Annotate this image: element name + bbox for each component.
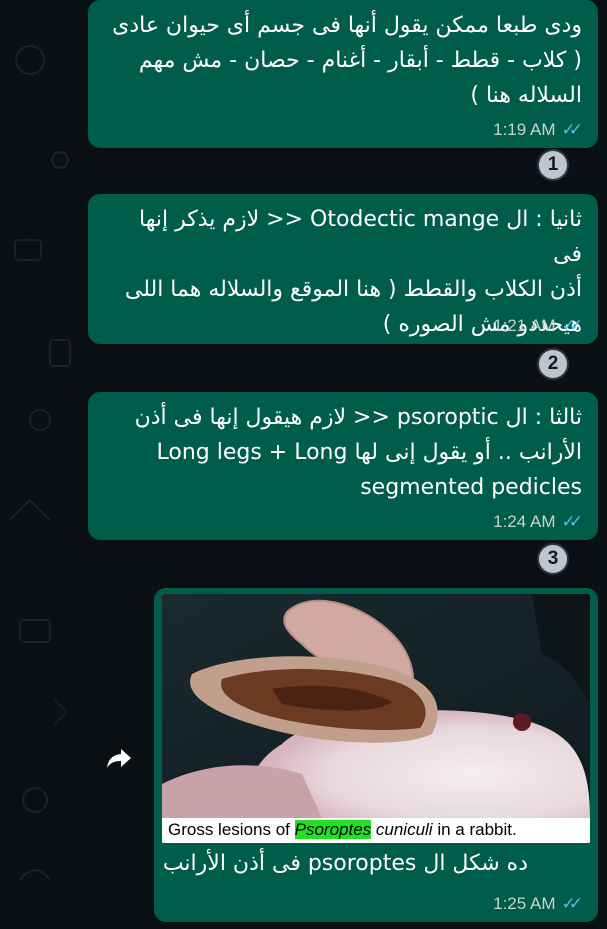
message-meta: 1:19 AM ✓✓ bbox=[493, 120, 583, 140]
timestamp: 1:24 AM bbox=[493, 512, 556, 531]
reaction-badge[interactable]: 3 bbox=[539, 545, 567, 573]
message-bubble-2[interactable]: ثانيا : ال Otodectic mange << لازم يذكر … bbox=[88, 194, 598, 344]
message-text: ثالثا : ال psoroptic << لازم هيقول إنها … bbox=[134, 405, 582, 500]
forward-button[interactable] bbox=[102, 741, 136, 775]
rabbit-ear-lesion-image bbox=[162, 594, 590, 818]
double-check-icon: ✓✓ bbox=[561, 316, 583, 335]
reaction-badge[interactable]: 1 bbox=[539, 151, 567, 179]
timestamp: 1:25 AM bbox=[493, 894, 556, 913]
message-meta: 1:21 AM ✓✓ bbox=[493, 316, 583, 336]
message-text: ودى طبعا ممكن يقول أنها فى جسم أى حيوان … bbox=[112, 13, 582, 108]
image-caption: Gross lesions of Psoroptes cuniculi in a… bbox=[162, 818, 590, 843]
double-check-icon: ✓✓ bbox=[561, 512, 583, 531]
timestamp: 1:21 AM bbox=[493, 316, 556, 335]
message-meta: 1:24 AM ✓✓ bbox=[493, 512, 583, 532]
message-meta: 1:25 AM ✓✓ bbox=[493, 894, 583, 914]
image-message-bubble[interactable]: Gross lesions of Psoroptes cuniculi in a… bbox=[154, 588, 598, 922]
rabbit-photo[interactable]: Gross lesions of Psoroptes cuniculi in a… bbox=[162, 594, 590, 843]
forward-arrow-icon bbox=[107, 749, 131, 768]
double-check-icon: ✓✓ bbox=[561, 894, 583, 913]
message-bubble-1[interactable]: ودى طبعا ممكن يقول أنها فى جسم أى حيوان … bbox=[88, 0, 598, 148]
reaction-badge[interactable]: 2 bbox=[539, 350, 567, 378]
timestamp: 1:19 AM bbox=[493, 120, 556, 139]
image-message-text: ده شكل ال psoroptes فى أذن الأرانب bbox=[162, 851, 528, 876]
double-check-icon: ✓✓ bbox=[561, 120, 583, 139]
message-bubble-3[interactable]: ثالثا : ال psoroptic << لازم هيقول إنها … bbox=[88, 392, 598, 540]
